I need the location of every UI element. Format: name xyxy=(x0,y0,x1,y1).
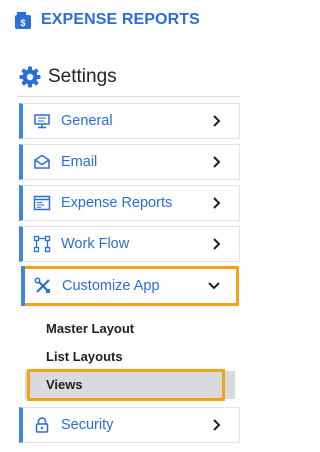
menu-item-label: Work Flow xyxy=(61,236,130,252)
chevron-right-icon xyxy=(209,417,225,433)
page-title: Settings xyxy=(48,66,117,87)
settings-heading: Settings xyxy=(18,64,117,90)
envelope-icon xyxy=(33,153,51,171)
chevron-down-icon xyxy=(206,278,222,294)
chevron-right-icon xyxy=(209,113,225,129)
gear-icon xyxy=(18,65,42,89)
menu-item-label: Expense Reports xyxy=(61,195,173,211)
tools-icon xyxy=(34,277,52,295)
monitor-icon xyxy=(33,112,51,130)
lock-icon xyxy=(33,416,51,434)
menu-item-customize-app[interactable]: Customize App xyxy=(21,266,239,306)
menu-item-general[interactable]: General xyxy=(19,103,240,139)
workflow-icon xyxy=(33,235,51,253)
chevron-right-icon xyxy=(209,154,225,170)
svg-text:$: $ xyxy=(20,18,25,28)
chevron-right-icon xyxy=(209,236,225,252)
submenu-item-views[interactable]: Views xyxy=(46,377,83,392)
submenu-item-list-layouts[interactable]: List Layouts xyxy=(46,349,123,364)
menu-item-work-flow[interactable]: Work Flow xyxy=(19,226,240,262)
chevron-right-icon xyxy=(209,195,225,211)
menu-item-expense-reports[interactable]: Expense Reports xyxy=(19,185,240,221)
menu-item-email[interactable]: Email xyxy=(19,144,240,180)
window-list-icon xyxy=(33,194,51,212)
menu-item-label: Customize App xyxy=(62,278,160,294)
divider xyxy=(18,96,240,97)
submenu-item-master-layout[interactable]: Master Layout xyxy=(46,321,134,336)
menu-item-label: General xyxy=(61,113,113,129)
app-brand[interactable]: $ EXPENSE REPORTS xyxy=(14,8,200,32)
wallet-icon: $ xyxy=(14,10,32,30)
menu-item-label: Security xyxy=(61,417,114,433)
menu-item-security[interactable]: Security xyxy=(19,407,240,443)
menu-item-label: Email xyxy=(61,154,98,170)
app-title: EXPENSE REPORTS xyxy=(41,11,200,28)
